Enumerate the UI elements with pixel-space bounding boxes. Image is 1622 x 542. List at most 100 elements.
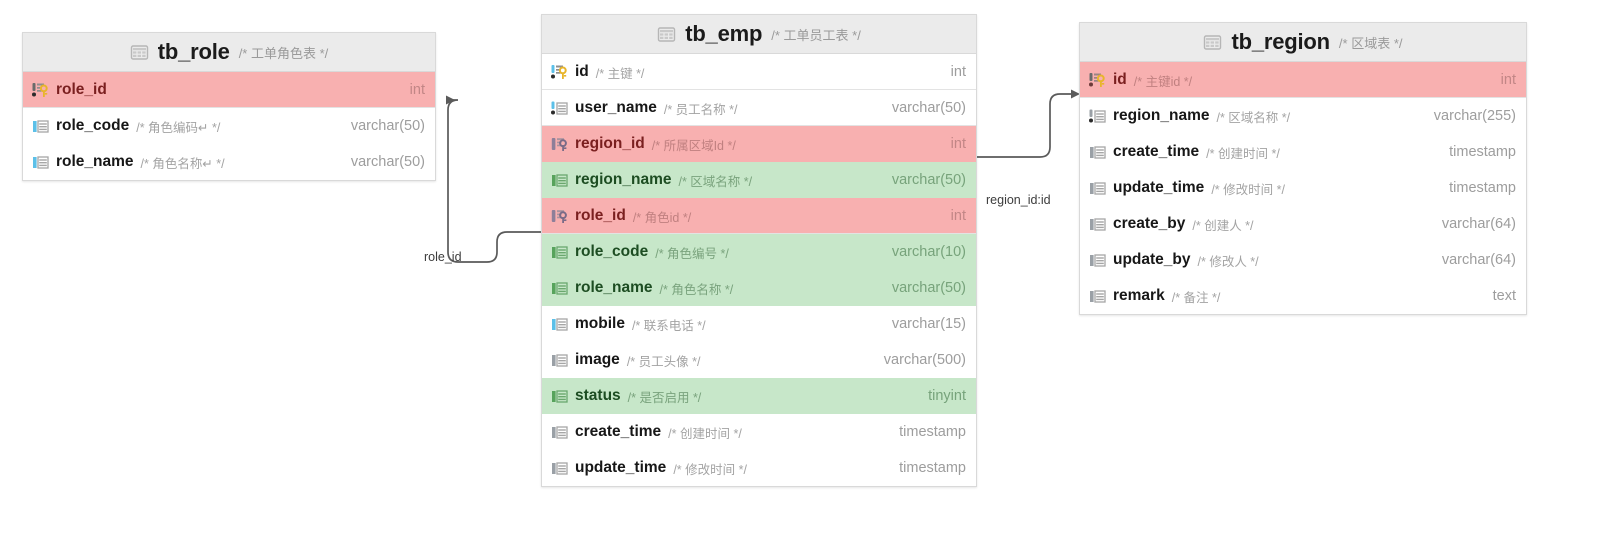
- column-icon: [32, 154, 49, 171]
- table-row[interactable]: role_code /* 角色编号 */ varchar(10): [542, 234, 976, 270]
- column-name: role_id: [575, 207, 626, 224]
- column-name: region_name: [1113, 107, 1210, 124]
- table-icon: [657, 25, 676, 44]
- table-row[interactable]: region_name /* 区域名称 */ varchar(50): [542, 162, 976, 198]
- column-icon: [1089, 252, 1106, 269]
- column-icon: [551, 388, 568, 405]
- column-icon: [32, 118, 49, 135]
- column-list-tb_region: id /* 主键id */ int region_name /* 区域名称 */…: [1080, 62, 1526, 314]
- column-comment: /* 区域名称 */: [1216, 110, 1291, 125]
- column-comment: /* 角色编码↵ */: [136, 120, 221, 135]
- relationship-label-region-id: region_id:id: [986, 193, 1051, 207]
- column-name: user_name: [575, 99, 657, 116]
- table-row[interactable]: update_by /* 修改人 */ varchar(64): [1080, 242, 1526, 278]
- column-name: create_time: [575, 423, 662, 440]
- table-icon: [130, 43, 149, 62]
- table-tb_emp[interactable]: tb_emp /* 工单员工表 */ id /* 主键 */ int user_…: [541, 14, 977, 487]
- column-name: mobile: [575, 315, 625, 332]
- table-row[interactable]: create_by /* 创建人 */ varchar(64): [1080, 206, 1526, 242]
- column-comment: /* 员工名称 */: [663, 102, 738, 117]
- column-comment: /* 创建时间 */: [668, 426, 742, 441]
- column-comment: /* 角色编号 */: [655, 246, 729, 261]
- table-comment-tb_region: /* 区域表 */: [1338, 35, 1403, 51]
- table-icon: [1203, 33, 1222, 52]
- table-header-tb_region: tb_region /* 区域表 */: [1080, 23, 1526, 62]
- column-name: role_id: [56, 81, 107, 98]
- column-type: int: [950, 208, 966, 224]
- column-icon: [551, 460, 568, 477]
- column-name: region_name: [575, 171, 672, 188]
- column-type: varchar(10): [891, 244, 966, 260]
- column-type: text: [1492, 288, 1516, 304]
- table-name-tb_region: tb_region: [1231, 29, 1330, 54]
- table-header-tb_role: tb_role /* 工单角色表 */: [23, 33, 435, 72]
- table-row[interactable]: role_code /* 角色编码↵ */ varchar(50): [23, 108, 435, 144]
- column-comment: /* 创建人 */: [1192, 218, 1254, 233]
- column-name: update_time: [1113, 179, 1205, 196]
- table-tb_role[interactable]: tb_role /* 工单角色表 */ role_id int role_cod…: [22, 32, 436, 181]
- table-row[interactable]: remark /* 备注 */ text: [1080, 278, 1526, 314]
- column-icon: [1089, 288, 1106, 305]
- primary-key-icon: [551, 64, 568, 81]
- table-row[interactable]: user_name /* 员工名称 */ varchar(50): [542, 90, 976, 126]
- table-row[interactable]: update_time /* 修改时间 */ timestamp: [542, 450, 976, 486]
- column-comment: /* 员工头像 */: [626, 354, 701, 369]
- column-comment: /* 角色名称 */: [659, 282, 734, 297]
- table-row[interactable]: role_name /* 角色名称 */ varchar(50): [542, 270, 976, 306]
- column-type: int: [1500, 72, 1516, 88]
- column-comment: /* 是否启用 */: [627, 390, 702, 405]
- table-row[interactable]: role_id int: [23, 72, 435, 108]
- table-row[interactable]: region_id /* 所属区域Id */ int: [542, 126, 976, 162]
- column-comment: /* 创建时间 */: [1206, 146, 1280, 161]
- column-type: int: [409, 82, 425, 98]
- primary-key-icon: [32, 82, 49, 99]
- table-name-tb_emp: tb_emp: [685, 21, 763, 46]
- column-icon: [551, 352, 568, 369]
- column-comment: /* 修改人 */: [1197, 254, 1259, 269]
- connector-region-id: [977, 89, 1080, 158]
- table-row[interactable]: update_time /* 修改时间 */ timestamp: [1080, 170, 1526, 206]
- column-name: update_time: [575, 459, 667, 476]
- column-name: update_by: [1113, 251, 1191, 268]
- column-icon: [551, 424, 568, 441]
- table-row[interactable]: status /* 是否启用 */ tinyint: [542, 378, 976, 414]
- column-name: id: [575, 63, 589, 80]
- column-type: varchar(64): [1441, 216, 1516, 232]
- table-row[interactable]: mobile /* 联系电话 */ varchar(15): [542, 306, 976, 342]
- table-row[interactable]: id /* 主键id */ int: [1080, 62, 1526, 98]
- table-row[interactable]: create_time /* 创建时间 */ timestamp: [542, 414, 976, 450]
- column-type: varchar(50): [891, 100, 966, 116]
- table-comment-tb_role: /* 工单角色表 */: [238, 45, 329, 61]
- column-icon: [551, 100, 568, 117]
- column-comment: /* 所属区域Id */: [651, 138, 736, 153]
- column-comment: /* 主键 */: [595, 66, 645, 81]
- column-comment: /* 修改时间 */: [1211, 182, 1285, 197]
- column-name: role_code: [56, 117, 130, 134]
- foreign-key-icon: [551, 136, 568, 153]
- column-comment: /* 角色名称↵ */: [140, 156, 225, 171]
- column-name: create_time: [1113, 143, 1200, 160]
- table-row[interactable]: image /* 员工头像 */ varchar(500): [542, 342, 976, 378]
- column-comment: /* 联系电话 */: [631, 318, 706, 333]
- column-name: status: [575, 387, 621, 404]
- column-name: role_name: [56, 153, 134, 170]
- table-row[interactable]: create_time /* 创建时间 */ timestamp: [1080, 134, 1526, 170]
- connector-role-id: [446, 95, 541, 263]
- table-row[interactable]: id /* 主键 */ int: [542, 54, 976, 90]
- table-row[interactable]: role_name /* 角色名称↵ */ varchar(50): [23, 144, 435, 180]
- column-type: varchar(50): [350, 118, 425, 134]
- table-header-tb_emp: tb_emp /* 工单员工表 */: [542, 15, 976, 54]
- column-type: varchar(500): [883, 352, 966, 368]
- column-comment: /* 备注 */: [1171, 290, 1221, 305]
- column-type: timestamp: [899, 424, 966, 440]
- column-icon: [551, 172, 568, 189]
- column-type: varchar(64): [1441, 252, 1516, 268]
- table-row[interactable]: region_name /* 区域名称 */ varchar(255): [1080, 98, 1526, 134]
- column-type: varchar(50): [891, 172, 966, 188]
- column-name: remark: [1113, 287, 1165, 304]
- primary-key-icon: [1089, 72, 1106, 89]
- table-name-tb_role: tb_role: [157, 39, 230, 64]
- column-type: int: [950, 64, 966, 80]
- table-row[interactable]: role_id /* 角色id */ int: [542, 198, 976, 234]
- table-tb_region[interactable]: tb_region /* 区域表 */ id /* 主键id */ int re…: [1079, 22, 1527, 315]
